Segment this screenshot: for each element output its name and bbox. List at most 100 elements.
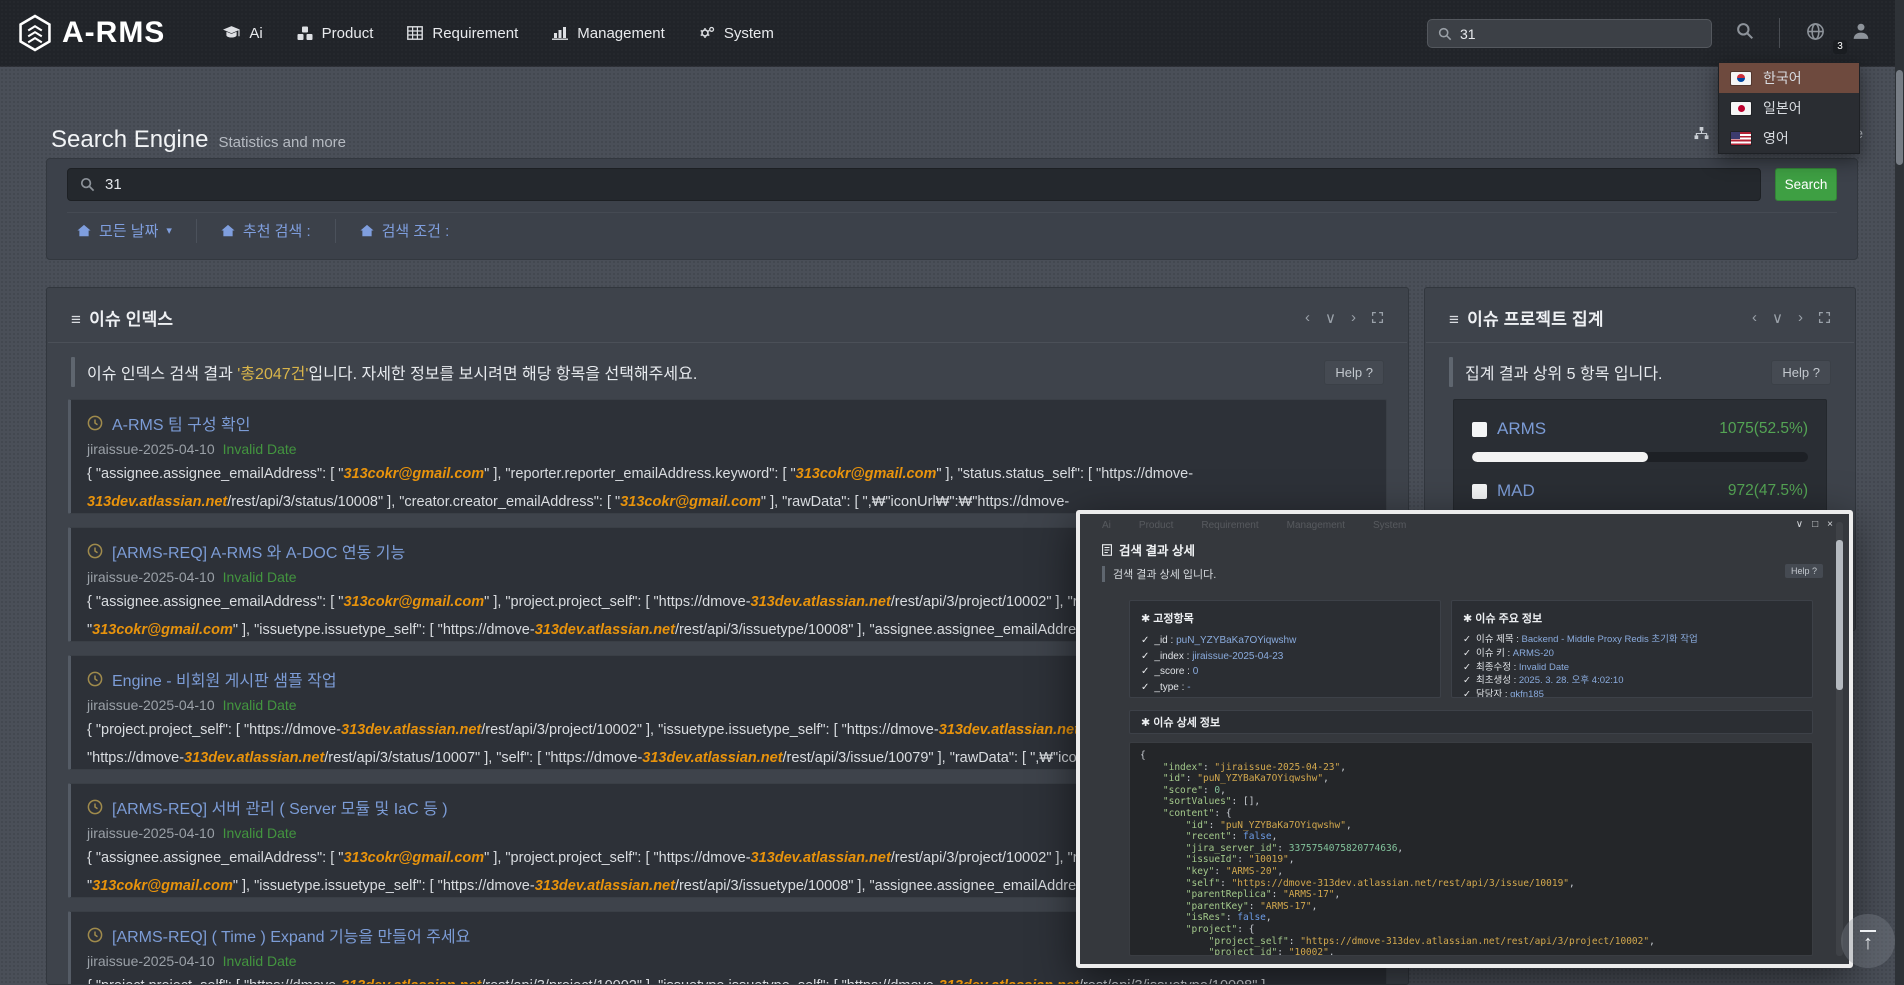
nav-item-ai[interactable]: Ai xyxy=(223,25,262,42)
page-scrollbar[interactable] xyxy=(1895,0,1904,985)
result-body-line: { "assignee.assignee_emailAddress": [ "3… xyxy=(87,464,1370,485)
result-status: Invalid Date xyxy=(223,953,297,969)
nav-item-label: System xyxy=(724,25,774,42)
nav-item-product[interactable]: Product xyxy=(297,25,374,42)
maximize-icon[interactable]: □ xyxy=(1812,519,1818,530)
accent-bar xyxy=(1449,357,1453,387)
result-status: Invalid Date xyxy=(223,825,297,841)
language-option-korean[interactable]: 한국어 xyxy=(1719,63,1859,93)
minimize-icon[interactable]: ∨ xyxy=(1796,519,1803,530)
nav-search xyxy=(1427,19,1712,48)
panel-controls: ‹ ∨ › xyxy=(1752,309,1831,327)
collapse-left-icon[interactable]: ‹ xyxy=(1752,309,1757,326)
nav-menu: Ai Product Requirement xyxy=(223,25,774,42)
scroll-to-top-button[interactable]: ↑ xyxy=(1841,914,1895,968)
fixed-fields-box: ✱ 고정항목 ✓_id : puN_YZYBaKa7OYiqwshw ✓_ind… xyxy=(1129,600,1441,698)
project-checkbox-arms[interactable]: ARMS xyxy=(1472,419,1546,439)
result-title-link[interactable]: [ARMS-REQ] ( Time ) Expand 기능을 만들어 주세요 xyxy=(112,923,470,947)
field-row: ✓담당자 : gkfn185 xyxy=(1463,688,1801,698)
up-arrow-icon: ↑ xyxy=(1863,933,1873,953)
filter-label: 추천 검색 : xyxy=(243,220,311,241)
check-icon: ✓ xyxy=(1463,648,1471,659)
graduation-cap-icon xyxy=(223,26,240,41)
sitemap-icon xyxy=(1694,127,1709,140)
page-head: Search Engine Statistics and more xyxy=(51,126,346,154)
search-submit-icon[interactable] xyxy=(1736,22,1754,40)
modal-scrollbar[interactable] xyxy=(1836,522,1843,956)
field-row: ✓_index : jiraissue-2025-04-23 xyxy=(1141,649,1429,665)
accent-bar xyxy=(1102,566,1105,582)
nav-item-label: Ai xyxy=(249,25,262,42)
filter-search-condition[interactable]: 검색 조건 : xyxy=(336,219,474,243)
collapse-right-icon[interactable]: › xyxy=(1351,309,1356,326)
language-option-japanese[interactable]: 일본어 xyxy=(1719,93,1859,123)
filter-suggested-search[interactable]: 추천 검색 : xyxy=(197,219,336,243)
app-logo[interactable]: A-RMS xyxy=(18,14,165,52)
filter-all-dates[interactable]: 모든 날짜 ▾ xyxy=(67,219,197,243)
help-button[interactable]: Help ? xyxy=(1324,360,1384,385)
panel-title: ≡이슈 프로젝트 집계 xyxy=(1449,305,1604,330)
nav-search-input[interactable] xyxy=(1460,26,1701,42)
accent-bar xyxy=(71,357,75,387)
language-label: 영어 xyxy=(1763,128,1789,148)
table-icon xyxy=(407,26,423,40)
aggregation-summary: 집계 결과 상위 5 항목 입니다. xyxy=(1449,357,1663,387)
clock-icon xyxy=(87,671,103,687)
result-item[interactable]: A-RMS 팀 구성 확인 jiraissue-2025-04-10Invali… xyxy=(68,399,1387,514)
nav-item-management[interactable]: Management xyxy=(552,25,665,42)
nav-item-system[interactable]: System xyxy=(699,25,774,42)
issue-detail-json[interactable]: { "index": "jiraissue-2025-04-23", "id":… xyxy=(1129,742,1813,956)
check-icon: ✓ xyxy=(1463,675,1471,686)
logo-icon xyxy=(18,14,52,52)
modal-help-button[interactable]: Help ? xyxy=(1785,564,1823,578)
collapse-left-icon[interactable]: ‹ xyxy=(1305,309,1310,326)
user-icon[interactable] xyxy=(1852,22,1870,40)
nav-item-requirement[interactable]: Requirement xyxy=(407,25,518,42)
globe-language-icon[interactable] xyxy=(1806,22,1825,41)
panel-controls: ‹ ∨ › xyxy=(1305,309,1384,327)
home-icon xyxy=(360,224,374,237)
result-title-link[interactable]: Engine - 비회원 게시판 샘플 작업 xyxy=(112,667,337,691)
project-label: MAD xyxy=(1497,481,1535,501)
help-button[interactable]: Help ? xyxy=(1771,360,1831,385)
search-icon xyxy=(1438,27,1452,41)
collapse-right-icon[interactable]: › xyxy=(1798,309,1803,326)
modal-scrollbar-thumb[interactable] xyxy=(1836,540,1843,690)
language-label: 일본어 xyxy=(1763,98,1802,118)
expand-icon[interactable] xyxy=(1818,311,1831,324)
field-row: ✓이슈 키 : ARMS-20 xyxy=(1463,647,1801,661)
result-title-link[interactable]: A-RMS 팀 구성 확인 xyxy=(112,411,251,435)
home-icon xyxy=(77,224,91,237)
result-title-link[interactable]: [ARMS-REQ] 서버 관리 ( Server 모듈 및 IaC 등 ) xyxy=(112,795,448,819)
language-menu: 한국어 일본어 영어 xyxy=(1718,62,1860,154)
us-flag-icon xyxy=(1731,132,1751,145)
nav-item-label: Product xyxy=(322,25,374,42)
clock-icon xyxy=(87,543,103,559)
result-status: Invalid Date xyxy=(223,569,297,585)
nav-divider xyxy=(1779,18,1780,48)
close-icon[interactable]: × xyxy=(1827,519,1833,530)
page-scrollbar-thumb[interactable] xyxy=(1896,70,1903,165)
project-checkbox-mad[interactable]: MAD xyxy=(1472,481,1535,501)
project-count: 972(47.5%) xyxy=(1728,482,1808,500)
modal-info: 검색 결과 상세 입니다. xyxy=(1102,566,1216,582)
search-panel: Search 모든 날짜 ▾ 추천 검색 : 검색 조건 : xyxy=(46,158,1858,260)
collapse-down-icon[interactable]: ∨ xyxy=(1325,309,1336,327)
search-input[interactable] xyxy=(105,176,1748,193)
progress-fill xyxy=(1472,452,1648,462)
issue-detail-header: ✱ 이슈 상세 정보 xyxy=(1129,710,1813,734)
result-title-link[interactable]: [ARMS-REQ] A-RMS 와 A-DOC 연동 기능 xyxy=(112,539,405,563)
total-count: '총2047건' xyxy=(237,366,308,383)
expand-icon[interactable] xyxy=(1371,311,1384,324)
result-meta: jiraissue-2025-04-10Invalid Date xyxy=(87,441,1370,457)
language-option-english[interactable]: 영어 xyxy=(1719,123,1859,153)
divider xyxy=(1426,342,1854,343)
bar-chart-icon xyxy=(552,26,568,40)
result-status: Invalid Date xyxy=(223,697,297,713)
collapse-down-icon[interactable]: ∨ xyxy=(1772,309,1783,327)
document-icon xyxy=(1102,544,1112,556)
search-button[interactable]: Search xyxy=(1775,168,1837,201)
page: A-RMS Ai Product xyxy=(0,0,1904,985)
logo-text: A-RMS xyxy=(62,16,165,50)
result-source: jiraissue-2025-04-10 xyxy=(87,441,215,457)
